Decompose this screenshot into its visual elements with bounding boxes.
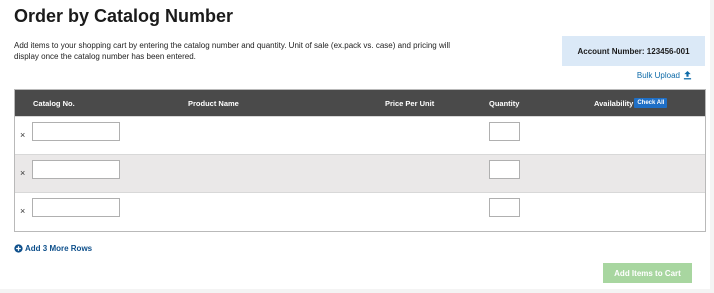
table-row: × xyxy=(15,192,705,230)
table-header: Catalog No. Product Name Price Per Unit … xyxy=(15,90,705,116)
upload-icon xyxy=(683,70,692,80)
add-items-to-cart-button[interactable]: Add Items to Cart xyxy=(603,263,692,283)
bulk-upload-label: Bulk Upload xyxy=(636,70,680,80)
quantity-input[interactable] xyxy=(489,160,520,179)
add-more-rows-link[interactable]: Add 3 More Rows xyxy=(14,244,92,253)
catalog-order-table: Catalog No. Product Name Price Per Unit … xyxy=(14,89,706,232)
add-more-rows-label: Add 3 More Rows xyxy=(25,244,93,253)
account-number-label: Account Number: 123456-001 xyxy=(577,46,690,56)
header-availability: Availability Check All xyxy=(594,90,668,116)
account-number-badge: Account Number: 123456-001 xyxy=(562,36,705,66)
bulk-upload-link[interactable]: Bulk Upload xyxy=(637,70,692,80)
table-row: × xyxy=(15,116,705,154)
plus-circle-icon xyxy=(14,244,23,253)
remove-row-icon[interactable]: × xyxy=(20,206,25,216)
order-panel: Order by Catalog Number Add items to you… xyxy=(0,0,710,289)
header-quantity: Quantity xyxy=(489,98,520,108)
remove-row-icon[interactable]: × xyxy=(20,168,25,178)
header-product-name: Product Name xyxy=(188,98,239,108)
page-title: Order by Catalog Number xyxy=(14,6,234,26)
check-all-button[interactable]: Check All xyxy=(634,98,668,108)
catalog-number-input[interactable] xyxy=(32,160,120,179)
intro-text: Add items to your shopping cart by enter… xyxy=(14,41,451,61)
table-row: × xyxy=(15,154,705,192)
header-availability-label: Availability xyxy=(594,98,634,108)
header-catalog-no: Catalog No. xyxy=(33,98,75,108)
quantity-input[interactable] xyxy=(489,198,520,217)
catalog-number-input[interactable] xyxy=(32,122,120,141)
header-price-per-unit: Price Per Unit xyxy=(385,98,435,108)
catalog-number-input[interactable] xyxy=(32,198,120,217)
quantity-input[interactable] xyxy=(489,122,520,141)
remove-row-icon[interactable]: × xyxy=(20,130,25,140)
